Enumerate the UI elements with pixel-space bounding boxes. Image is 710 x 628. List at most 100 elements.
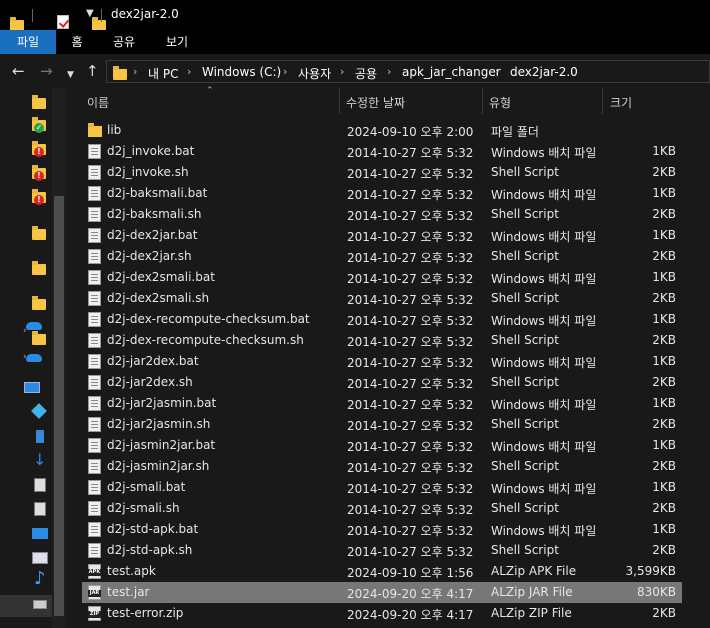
file-name: d2j-jar2jasmin.bat bbox=[107, 396, 217, 410]
breadcrumb-separator[interactable]: › bbox=[187, 65, 191, 78]
column-date-modified[interactable]: 수정한 날짜 bbox=[346, 94, 405, 111]
back-arrow-icon[interactable]: ← bbox=[12, 63, 25, 79]
quick-access-folder-icon[interactable] bbox=[32, 331, 46, 345]
3d-objects-icon[interactable] bbox=[31, 403, 47, 419]
file-size: 1KB bbox=[652, 354, 676, 368]
pictures-icon[interactable] bbox=[32, 552, 48, 564]
file-name: test.jar bbox=[107, 585, 150, 599]
onedrive-cloud-icon[interactable] bbox=[26, 354, 42, 362]
file-type: Windows 배치 파일 bbox=[491, 440, 597, 454]
tab-view[interactable]: 보기 bbox=[150, 30, 204, 54]
file-row[interactable]: d2j-jar2jasmin.bat 2014-10-27 오후 5:32 Wind… bbox=[82, 393, 682, 414]
quick-access-folder-synced-icon[interactable]: ✓ bbox=[32, 117, 46, 134]
breadcrumb-this-pc[interactable]: 내 PC bbox=[148, 65, 178, 82]
file-type: Shell Script bbox=[491, 417, 559, 431]
file-row[interactable]: d2j-dex2jar.bat 2014-10-27 오후 5:32 Windows… bbox=[82, 225, 682, 246]
breadcrumb-separator[interactable]: › bbox=[283, 65, 287, 78]
file-list-scrollbar[interactable] bbox=[682, 88, 710, 628]
column-type[interactable]: 유형 bbox=[489, 94, 511, 111]
breadcrumb-windows-c[interactable]: Windows (C:) bbox=[202, 65, 281, 79]
mobile-device-icon[interactable] bbox=[36, 430, 44, 443]
file-row[interactable]: d2j-jar2dex.bat 2014-10-27 오후 5:32 Windows… bbox=[82, 351, 682, 372]
file-row[interactable]: d2j-baksmali.bat 2014-10-27 오후 5:32 Window… bbox=[82, 183, 682, 204]
file-type: 파일 폴더 bbox=[491, 125, 539, 139]
tab-share[interactable]: 공유 bbox=[100, 30, 148, 54]
quick-access-folder-icon[interactable] bbox=[32, 226, 46, 240]
file-row[interactable]: d2j-baksmali.sh 2014-10-27 오후 5:32 Shell S… bbox=[82, 204, 682, 225]
file-row[interactable]: d2j-jasmin2jar.sh 2014-10-27 오후 5:32 Shell… bbox=[82, 456, 682, 477]
up-arrow-icon[interactable]: ↑ bbox=[86, 63, 99, 79]
file-row[interactable]: d2j_invoke.sh 2014-10-27 오후 5:32 Shell Scr… bbox=[82, 162, 682, 183]
breadcrumb-apk-jar-changer[interactable]: apk_jar_changer bbox=[402, 65, 501, 79]
file-name: test-error.zip bbox=[107, 606, 184, 620]
file-row[interactable]: d2j-dex-recompute-checksum.sh 2014-10-27 … bbox=[82, 330, 682, 351]
file-date-modified: 2014-10-27 오후 5:32 bbox=[347, 545, 474, 559]
quick-access-folder-error-icon[interactable]: ! bbox=[32, 189, 46, 206]
file-date-modified: 2014-10-27 오후 5:32 bbox=[347, 251, 474, 265]
breadcrumb-dex2jar[interactable]: dex2jar-2.0 bbox=[510, 65, 578, 79]
navigation-pane-scrollbar[interactable] bbox=[52, 88, 66, 628]
file-row[interactable]: d2j_invoke.bat 2014-10-27 오후 5:32 Windows … bbox=[82, 141, 682, 162]
quick-access-folder-error-icon[interactable]: ! bbox=[32, 165, 46, 182]
script-file-icon bbox=[88, 165, 101, 180]
properties-icon[interactable] bbox=[57, 15, 69, 29]
script-file-icon bbox=[88, 291, 101, 306]
address-field[interactable]: › 내 PC › Windows (C:) › 사용자 › 공용 › apk_j… bbox=[106, 60, 710, 83]
onedrive-cloud-icon[interactable] bbox=[26, 322, 42, 330]
file-row[interactable]: d2j-std-apk.bat 2014-10-27 오후 5:32 Windows… bbox=[82, 519, 682, 540]
desktop-icon[interactable] bbox=[32, 528, 48, 539]
downloads-arrow-icon[interactable]: ↓ bbox=[33, 452, 46, 468]
window-title: dex2jar-2.0 bbox=[111, 7, 179, 21]
breadcrumb-separator[interactable]: › bbox=[340, 65, 344, 78]
recent-locations-chevron-icon[interactable]: ▼ bbox=[67, 67, 74, 83]
this-pc-icon[interactable] bbox=[24, 382, 40, 393]
file-row[interactable]: d2j-jasmin2jar.bat 2014-10-27 오후 5:32 Wind… bbox=[82, 435, 682, 456]
breadcrumb-separator[interactable]: › bbox=[495, 65, 499, 78]
file-name: d2j-jar2dex.bat bbox=[107, 354, 199, 368]
breadcrumb-users[interactable]: 사용자 bbox=[298, 65, 331, 82]
file-size: 1KB bbox=[652, 228, 676, 242]
breadcrumb-separator[interactable]: › bbox=[133, 65, 137, 78]
documents-icon[interactable] bbox=[34, 478, 46, 492]
scrollbar-thumb[interactable] bbox=[54, 196, 64, 616]
file-type: Shell Script bbox=[491, 459, 559, 473]
drive-icon[interactable] bbox=[33, 600, 47, 609]
tab-file[interactable]: 파일 bbox=[0, 30, 56, 54]
file-row[interactable]: d2j-smali.bat 2014-10-27 오후 5:32 Windows 배… bbox=[82, 477, 682, 498]
column-name[interactable]: 이름 bbox=[87, 94, 109, 111]
music-note-icon[interactable]: ♪ bbox=[34, 570, 46, 588]
quick-access-folder-icon[interactable] bbox=[32, 95, 46, 109]
file-row[interactable]: d2j-smali.sh 2014-10-27 오후 5:32 Shell Scri… bbox=[82, 498, 682, 519]
tab-home[interactable]: 홈 bbox=[56, 30, 98, 54]
quick-access-folder-icon[interactable] bbox=[32, 296, 46, 310]
file-row[interactable]: ZIP test-error.zip 2024-09-20 오후 4:17 ALZip… bbox=[82, 603, 682, 624]
file-type: ALZip ZIP File bbox=[491, 606, 572, 620]
customize-toolbar-icon[interactable]: ▼ bbox=[86, 8, 94, 19]
folder-icon bbox=[113, 66, 127, 80]
column-divider[interactable] bbox=[482, 88, 483, 114]
documents-icon[interactable] bbox=[34, 502, 46, 516]
breadcrumb-separator[interactable]: › bbox=[387, 65, 391, 78]
quick-access-folder-error-icon[interactable]: ! bbox=[32, 141, 46, 158]
file-row[interactable]: d2j-dex2smali.sh 2014-10-27 오후 5:32 Shell … bbox=[82, 288, 682, 309]
file-type-tag: APK bbox=[88, 569, 101, 576]
file-row[interactable]: d2j-jar2jasmin.sh 2014-10-27 오후 5:32 Shell… bbox=[82, 414, 682, 435]
new-folder-icon[interactable] bbox=[92, 16, 106, 31]
batch-file-icon bbox=[88, 144, 101, 159]
file-row[interactable]: JAR test.jar 2024-09-20 오후 4:17 ALZip JAR F… bbox=[82, 582, 682, 603]
file-row[interactable]: d2j-dex2smali.bat 2014-10-27 오후 5:32 Windo… bbox=[82, 267, 682, 288]
file-date-modified: 2014-10-27 오후 5:32 bbox=[347, 524, 474, 538]
file-row[interactable]: d2j-std-apk.sh 2014-10-27 오후 5:32 Shell Sc… bbox=[82, 540, 682, 561]
file-row[interactable]: APK test.apk 2024-09-10 오후 1:56 ALZip APK F… bbox=[82, 561, 682, 582]
column-divider[interactable] bbox=[602, 88, 603, 114]
file-row[interactable]: d2j-jar2dex.sh 2014-10-27 오후 5:32 Shell Sc… bbox=[82, 372, 682, 393]
batch-file-icon bbox=[88, 270, 101, 285]
column-size[interactable]: 크기 bbox=[610, 94, 632, 111]
quick-access-folder-icon[interactable] bbox=[32, 261, 46, 275]
breadcrumb-public[interactable]: 공용 bbox=[355, 65, 377, 82]
file-row[interactable]: d2j-dex2jar.sh 2014-10-27 오후 5:32 Shell Sc… bbox=[82, 246, 682, 267]
column-divider[interactable] bbox=[339, 88, 340, 114]
file-row[interactable]: lib 2024-09-10 오후 2:00 파일 폴더 bbox=[82, 120, 682, 141]
file-row[interactable]: d2j-dex-recompute-checksum.bat 2014-10-27… bbox=[82, 309, 682, 330]
forward-arrow-icon[interactable]: → bbox=[40, 63, 53, 79]
